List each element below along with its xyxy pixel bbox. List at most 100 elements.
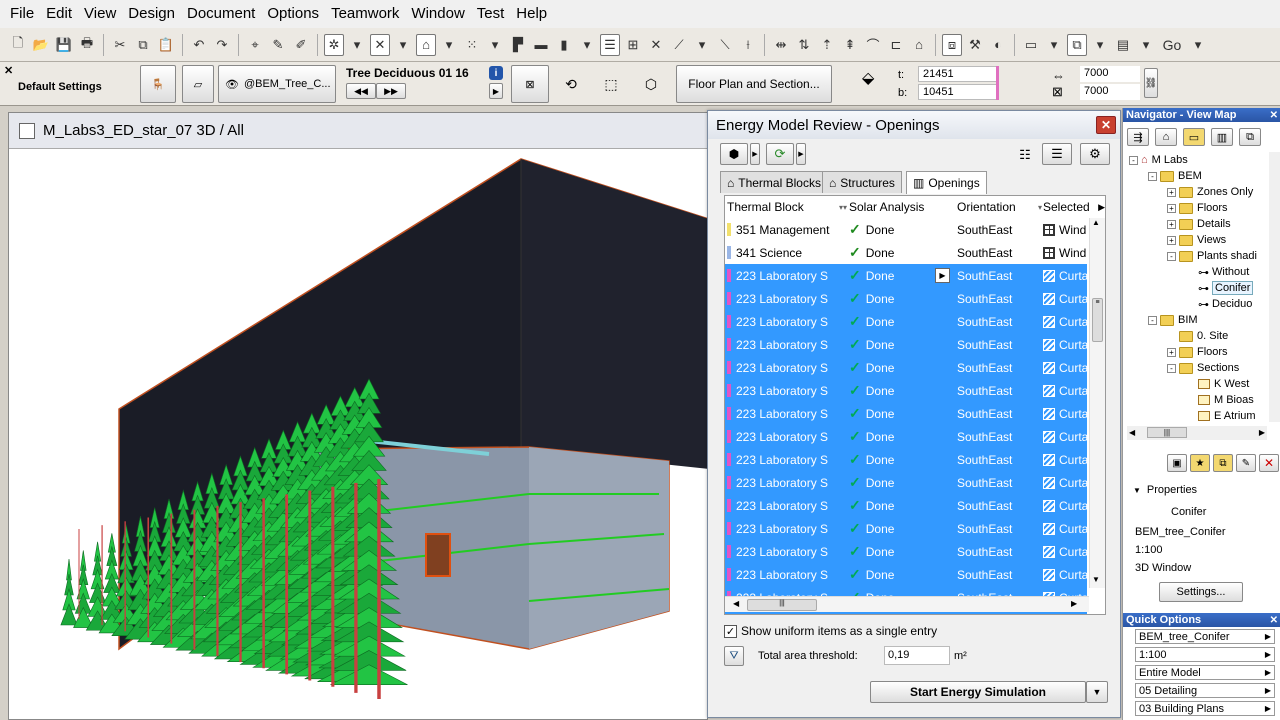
tab-openings[interactable]: ▥ Openings: [906, 171, 987, 194]
dropdown-arrow-icon[interactable]: ▾: [439, 34, 459, 56]
3d-view-icon[interactable]: ⧉: [1067, 33, 1087, 56]
stair-tool-icon[interactable]: ☰: [600, 33, 620, 56]
previous-object-button[interactable]: ◀◀: [346, 83, 376, 99]
menu-options[interactable]: Options: [261, 0, 325, 28]
scroll-thumb[interactable]: ≡: [1092, 298, 1103, 342]
column-header-solar-analysis[interactable]: Solar Analysis: [849, 196, 954, 218]
split-icon[interactable]: ⟍: [715, 34, 735, 56]
quick-option-selector[interactable]: 05 Detailing ▶: [1135, 683, 1275, 698]
tree-item[interactable]: + Details: [1167, 216, 1231, 232]
quick-option-selector[interactable]: 03 Building Plans ▶: [1135, 701, 1275, 716]
3d-window[interactable]: M_Labs3_ED_star_07 3D / All: [8, 112, 708, 720]
publisher-icon[interactable]: ▥: [1211, 128, 1233, 146]
horizontal-scrollbar[interactable]: ◀ ||| ▶: [725, 596, 1089, 612]
gravity-icon[interactable]: ⌂: [416, 33, 436, 56]
scroll-right-icon[interactable]: ▶: [1071, 599, 1077, 608]
clone-folder-icon[interactable]: ⧉: [1213, 454, 1233, 472]
trace-icon[interactable]: ⊞: [623, 34, 643, 56]
trim-icon[interactable]: ⟋: [669, 34, 689, 56]
properties-header[interactable]: ▼ Properties: [1133, 484, 1197, 496]
tree-item[interactable]: - ⌂ M Labs: [1129, 152, 1188, 168]
table-row[interactable]: 223 Laboratory S ✓ Done SouthEast Curta: [725, 333, 1088, 356]
model-dropdown-icon[interactable]: ▶: [750, 143, 760, 165]
table-row[interactable]: 223 Laboratory S ✓ Done SouthEast Curta: [725, 310, 1088, 333]
close-button[interactable]: ✕: [1096, 116, 1116, 134]
menu-test[interactable]: Test: [471, 0, 511, 28]
tree-item[interactable]: + Zones Only: [1167, 184, 1253, 200]
quick-options-close-icon[interactable]: ✕: [1270, 615, 1278, 626]
menu-view[interactable]: View: [78, 0, 122, 28]
dropdown-arrow-icon[interactable]: ▾: [577, 34, 597, 56]
rename-icon[interactable]: ✎: [1236, 454, 1256, 472]
eyedropper-icon[interactable]: ✎: [268, 34, 288, 56]
elevation-icon[interactable]: ⬡: [636, 65, 666, 103]
tree-item[interactable]: - BIM: [1148, 312, 1198, 328]
paste-icon[interactable]: 📋: [156, 34, 176, 56]
dropdown-arrow-icon[interactable]: ▾: [1090, 34, 1110, 56]
dropdown-arrow-icon[interactable]: ▾: [1044, 34, 1064, 56]
menu-window[interactable]: Window: [405, 0, 470, 28]
sun-icon[interactable]: ◐: [988, 34, 1008, 56]
tree-item[interactable]: 0. Site: [1167, 328, 1228, 344]
delete-icon[interactable]: ✕: [1259, 454, 1279, 472]
collapse-icon[interactable]: -: [1167, 363, 1176, 373]
dropdown-arrow-icon[interactable]: ▾: [1188, 34, 1208, 56]
menu-help[interactable]: Help: [510, 0, 553, 28]
settings-gear-icon[interactable]: ⚙: [1080, 143, 1110, 165]
house-icon[interactable]: ⌂: [909, 34, 929, 56]
simulation-dropdown-icon[interactable]: ▼: [1086, 681, 1108, 703]
tab-structures[interactable]: ⌂ Structures: [822, 171, 902, 193]
floor-plan-section-button[interactable]: Floor Plan and Section...: [676, 65, 832, 103]
syringe-icon[interactable]: ✐: [291, 34, 311, 56]
intersect-icon[interactable]: ✕: [646, 34, 666, 56]
infobox-close-icon[interactable]: ✕: [4, 64, 13, 77]
new-file-icon[interactable]: 🗋: [8, 34, 28, 56]
start-energy-simulation-button[interactable]: Start Energy Simulation: [870, 681, 1086, 703]
next-object-button[interactable]: ▶▶: [376, 83, 406, 99]
menu-document[interactable]: Document: [181, 0, 261, 28]
table-row[interactable]: 223 Laboratory S ✓ Done SouthEast Curta: [725, 379, 1088, 402]
table-row[interactable]: 223 Laboratory S ✓ Done SouthEast Curta: [725, 540, 1088, 563]
construction-lines-icon[interactable]: ✕: [370, 33, 390, 56]
scroll-left-icon[interactable]: ◀: [733, 599, 739, 608]
tree-item[interactable]: ⊶ Deciduo: [1186, 296, 1252, 312]
geometry-method-icon[interactable]: ⊠: [511, 65, 549, 103]
grid-snap-icon[interactable]: ⁙: [462, 34, 482, 56]
open-file-icon[interactable]: 📂: [31, 34, 51, 56]
h-scroll-thumb[interactable]: |||: [747, 599, 817, 611]
refresh-dropdown-icon[interactable]: ▶: [796, 143, 806, 165]
layout-icon[interactable]: ▤: [1113, 34, 1133, 56]
tree-horizontal-scrollbar[interactable]: ◀ ||| ▶: [1127, 426, 1267, 440]
t-value-field[interactable]: 21451: [918, 66, 998, 82]
table-row[interactable]: 223 Laboratory S ✓ Done SouthEast Curta ▶: [725, 264, 1088, 287]
dropdown-arrow-icon[interactable]: ▾: [692, 34, 712, 56]
table-row[interactable]: 223 Laboratory S ✓ Done SouthEast Curta: [725, 494, 1088, 517]
chain-link-icon[interactable]: ⛓: [1144, 68, 1158, 98]
wall-tool-icon[interactable]: ▛: [508, 34, 528, 56]
expand-icon[interactable]: +: [1167, 203, 1176, 213]
table-row[interactable]: 223 Laboratory S ✓ Done SouthEast Curta: [725, 448, 1088, 471]
redo-icon[interactable]: ↷: [212, 34, 232, 56]
anchor-icon[interactable]: ⬚: [596, 65, 626, 103]
collapse-icon[interactable]: -: [1129, 155, 1138, 165]
refresh-icon[interactable]: ⟳: [766, 143, 794, 165]
menu-design[interactable]: Design: [122, 0, 181, 28]
table-row[interactable]: 341 Science ✓ Done SouthEast Wind: [725, 241, 1087, 264]
dropdown-arrow-icon[interactable]: ▾: [485, 34, 505, 56]
expand-arrow-icon[interactable]: ▶: [489, 83, 503, 99]
curve-icon[interactable]: ⌒: [863, 34, 883, 56]
project-map-icon[interactable]: ⇶: [1127, 128, 1149, 146]
3d-scene[interactable]: [9, 149, 707, 719]
scroll-up-icon[interactable]: ▲: [1092, 218, 1100, 227]
stretch-icon[interactable]: ⇞: [840, 34, 860, 56]
tab-thermal-blocks[interactable]: ⌂ Thermal Blocks: [720, 171, 828, 193]
window-icon[interactable]: ▭: [1021, 34, 1041, 56]
show-uniform-option[interactable]: ✓ Show uniform items as a single entry: [724, 624, 937, 638]
scroll-left-icon[interactable]: ◀: [1129, 428, 1135, 437]
filter-icon[interactable]: ⛛: [724, 646, 744, 666]
h-scroll-thumb[interactable]: |||: [1147, 427, 1187, 438]
expand-icon[interactable]: +: [1167, 235, 1176, 245]
navigator-close-icon[interactable]: ✕: [1270, 110, 1278, 121]
layout-book-icon[interactable]: ▭: [1183, 128, 1205, 146]
quick-option-selector[interactable]: BEM_tree_Conifer ▶: [1135, 629, 1275, 644]
